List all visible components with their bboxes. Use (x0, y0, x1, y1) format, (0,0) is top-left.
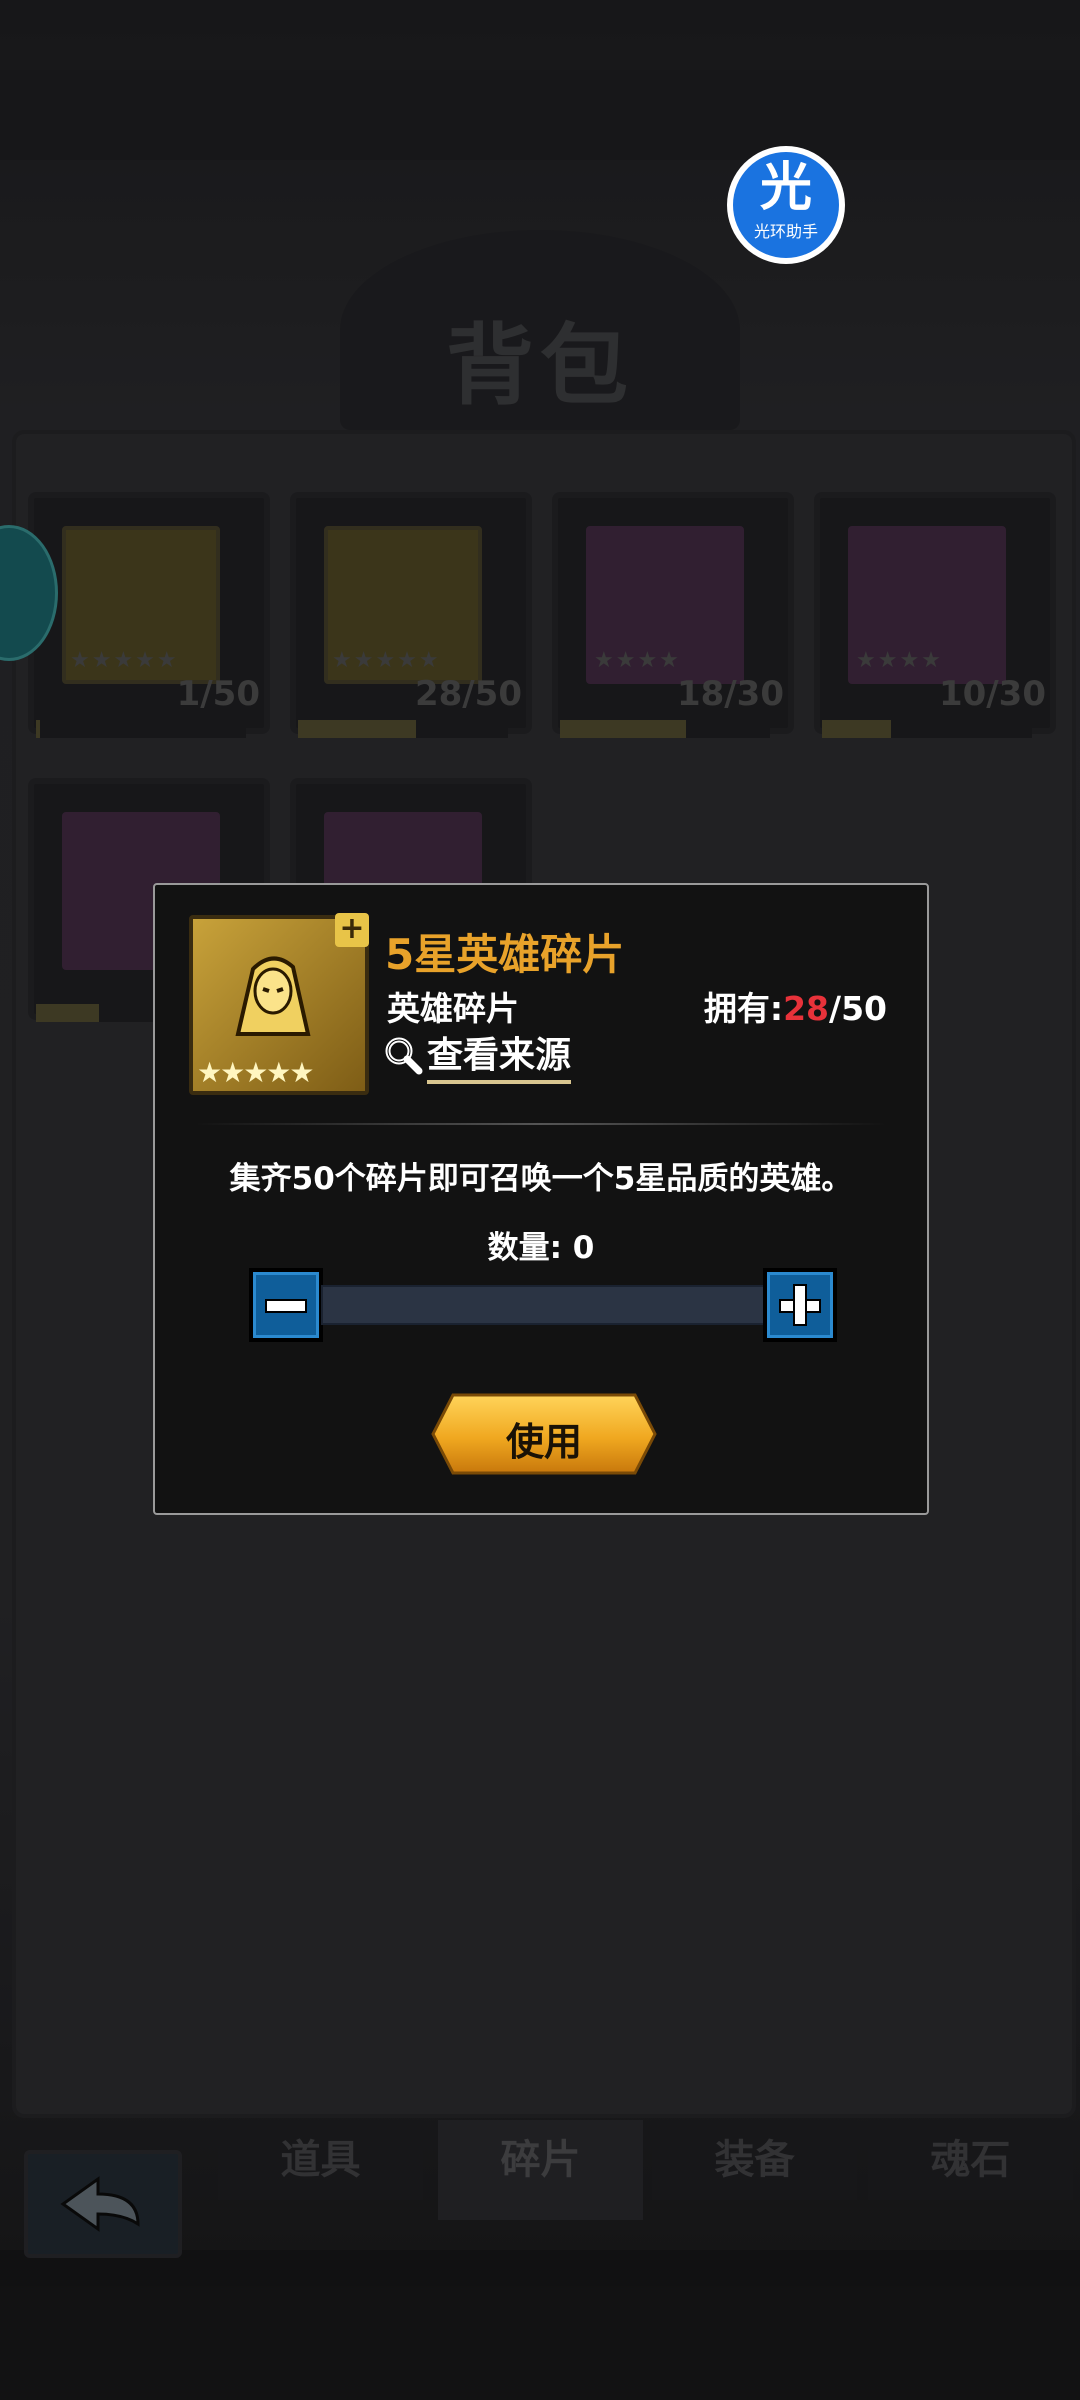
rarity-stars: ★★★★★ (197, 1056, 315, 1089)
item-type: 英雄碎片 (387, 989, 519, 1028)
fragment-detail-dialog: + ★★★★★ 5星英雄碎片 英雄碎片 拥有:28/50 查看来源 集齐50个碎… (153, 883, 929, 1515)
owned-count: 拥有:28/50 (704, 982, 887, 1030)
assistant-glyph: 光 (759, 158, 812, 218)
decrease-button[interactable] (249, 1268, 323, 1342)
view-source-link[interactable]: 查看来源 (381, 1026, 572, 1084)
quantity-label: 数量: 0 (487, 1230, 595, 1266)
assistant-label: 光环助手 (753, 222, 818, 241)
use-button-label: 使用 (505, 1420, 582, 1464)
view-source-label: 查看来源 (427, 1026, 572, 1084)
quantity-slider[interactable] (321, 1285, 765, 1325)
fragment-plus-badge: + (335, 913, 369, 947)
magnifier-icon (385, 1037, 423, 1075)
plus-icon-vertical (793, 1284, 807, 1326)
assistant-icon: 光 光环助手 (733, 152, 839, 258)
owned-total: /50 (829, 989, 887, 1028)
hero-fragment-icon: + ★★★★★ (189, 913, 369, 1095)
item-description: 集齐50个碎片即可召唤一个5星品质的英雄。 (229, 1161, 853, 1197)
owned-current: 28 (783, 989, 830, 1028)
minus-icon (265, 1299, 307, 1313)
item-name: 5星英雄碎片 (385, 930, 625, 979)
use-button[interactable]: 使用 (431, 1393, 657, 1475)
hero-portrait-icon (235, 956, 311, 1036)
owned-label: 拥有: (703, 989, 784, 1028)
increase-button[interactable] (763, 1268, 837, 1342)
assistant-float-button[interactable]: 光 光环助手 (727, 146, 845, 264)
divider (195, 1123, 887, 1125)
